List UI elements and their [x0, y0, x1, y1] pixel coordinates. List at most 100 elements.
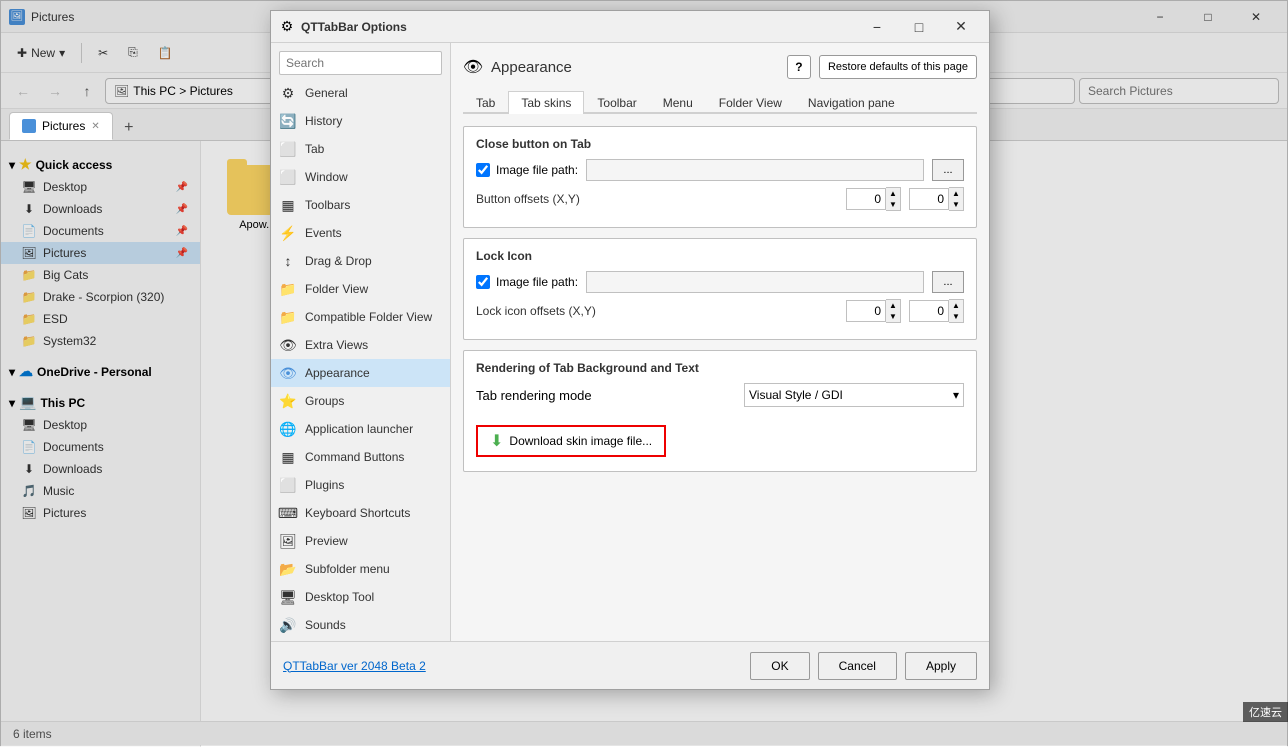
- menu-item-subfolder[interactable]: 📂 Subfolder menu: [271, 555, 450, 583]
- lock-icon-section: Lock Icon Image file path: ... Lock icon…: [463, 238, 977, 340]
- content-title: Appearance: [491, 59, 572, 76]
- rendering-mode-dropdown[interactable]: Visual Style / GDI ▾: [744, 383, 964, 407]
- menu-item-toolbars[interactable]: ▦ Toolbars: [271, 191, 450, 219]
- menu-item-general[interactable]: ⚙ General: [271, 79, 450, 107]
- dialog-maximize-button[interactable]: □: [899, 15, 939, 39]
- lock-icon-section-title: Lock Icon: [476, 249, 964, 263]
- content-title-icon: 👁: [463, 57, 483, 77]
- window-icon: ⬜: [279, 168, 297, 186]
- dialog-right-content: 👁 Appearance ? Restore defaults of this …: [451, 43, 989, 641]
- offsets-inputs: ▲ ▼ ▲ ▼: [846, 187, 964, 211]
- plugins-icon: ⬜: [279, 476, 297, 494]
- appearance-icon: 👁: [279, 364, 297, 382]
- version-link[interactable]: QTTabBar ver 2048 Beta 2: [283, 659, 426, 673]
- close-button-image-row: Image file path: ...: [476, 159, 964, 181]
- help-button[interactable]: ?: [787, 55, 811, 79]
- dialog-minimize-button[interactable]: −: [857, 15, 897, 39]
- lock-offset-x-down[interactable]: ▼: [886, 311, 900, 322]
- inner-tab-navpane[interactable]: Navigation pane: [795, 91, 908, 114]
- image-file-checkbox[interactable]: [476, 163, 490, 177]
- lock-image-row: Image file path: ...: [476, 271, 964, 293]
- dialog-title-icon: ⚙: [279, 19, 295, 35]
- menu-item-groups[interactable]: ⭐ Groups: [271, 387, 450, 415]
- inner-tab-folderview[interactable]: Folder View: [706, 91, 795, 114]
- dialog-content-header: 👁 Appearance ? Restore defaults of this …: [463, 55, 977, 79]
- preview-icon: 🖼: [279, 532, 297, 550]
- dialog-controls: − □ ✕: [857, 15, 981, 39]
- lock-image-file-label: Image file path:: [476, 275, 578, 289]
- dialog-body: ⚙ General 🔄 History ⬜ Tab ⬜ Window ▦: [271, 43, 989, 641]
- tab-label: Pictures: [42, 119, 85, 133]
- inner-tab-toolbar[interactable]: Toolbar: [584, 91, 649, 114]
- menu-item-tab[interactable]: ⬜ Tab: [271, 135, 450, 163]
- lock-offset-y-down[interactable]: ▼: [949, 311, 963, 322]
- lock-offsets-row: Lock icon offsets (X,Y) ▲ ▼: [476, 299, 964, 323]
- events-icon: ⚡: [279, 224, 297, 242]
- lock-offset-x-spinbox: ▲ ▼: [846, 299, 901, 323]
- menu-item-dragdrop[interactable]: ↕ Drag & Drop: [271, 247, 450, 275]
- apply-button[interactable]: Apply: [905, 652, 977, 680]
- lock-image-file-path-input[interactable]: [586, 271, 924, 293]
- tab-icon: ⬜: [279, 140, 297, 158]
- menu-item-compatible-folderview[interactable]: 📁 Compatible Folder View: [271, 303, 450, 331]
- browse-button[interactable]: ...: [932, 159, 964, 181]
- dialog-menu: ⚙ General 🔄 History ⬜ Tab ⬜ Window ▦: [271, 43, 451, 641]
- offset-x-input[interactable]: [846, 188, 886, 210]
- compatible-fv-icon: 📁: [279, 308, 297, 326]
- menu-item-command-btns[interactable]: ▦ Command Buttons: [271, 443, 450, 471]
- ok-button[interactable]: OK: [750, 652, 809, 680]
- inner-tab-tab[interactable]: Tab: [463, 91, 508, 114]
- offset-x-up[interactable]: ▲: [886, 188, 900, 199]
- inner-tab-skins[interactable]: Tab skins: [508, 91, 584, 114]
- dialog-footer: QTTabBar ver 2048 Beta 2 OK Cancel Apply: [271, 641, 989, 689]
- menu-item-keyboard[interactable]: ⌨ Keyboard Shortcuts: [271, 499, 450, 527]
- extra-views-icon: 👁: [279, 336, 297, 354]
- menu-search-input[interactable]: [279, 51, 442, 75]
- menu-item-extra-views[interactable]: 👁 Extra Views: [271, 331, 450, 359]
- toolbars-icon: ▦: [279, 196, 297, 214]
- dropdown-arrow-icon: ▾: [953, 388, 959, 402]
- menu-item-desktop-tool[interactable]: 🖥 Desktop Tool: [271, 583, 450, 611]
- menu-item-events[interactable]: ⚡ Events: [271, 219, 450, 247]
- lock-offset-y-up[interactable]: ▲: [949, 300, 963, 311]
- restore-defaults-button[interactable]: Restore defaults of this page: [819, 55, 977, 79]
- keyboard-icon: ⌨: [279, 504, 297, 522]
- dialog-title-text: QTTabBar Options: [301, 20, 407, 34]
- offset-y-spinbox: ▲ ▼: [909, 187, 964, 211]
- lock-image-file-checkbox[interactable]: [476, 275, 490, 289]
- tab-icon: [22, 119, 36, 133]
- qtabbar-dialog: ⚙ QTTabBar Options − □ ✕ ⚙ General 🔄 His: [270, 10, 990, 690]
- app-launcher-icon: 🌐: [279, 420, 297, 438]
- offset-y-down[interactable]: ▼: [949, 199, 963, 210]
- menu-item-plugins[interactable]: ⬜ Plugins: [271, 471, 450, 499]
- tab-close-icon[interactable]: ✕: [91, 121, 99, 132]
- image-file-path-input[interactable]: [586, 159, 924, 181]
- offset-x-spinbox-btns: ▲ ▼: [886, 187, 901, 211]
- cancel-button[interactable]: Cancel: [818, 652, 897, 680]
- offset-y-up[interactable]: ▲: [949, 188, 963, 199]
- offset-y-input[interactable]: [909, 188, 949, 210]
- inner-tab-menu[interactable]: Menu: [650, 91, 706, 114]
- offsets-label: Button offsets (X,Y): [476, 192, 580, 206]
- menu-item-window[interactable]: ⬜ Window: [271, 163, 450, 191]
- lock-browse-button[interactable]: ...: [932, 271, 964, 293]
- image-file-label: Image file path:: [476, 163, 578, 177]
- offset-x-down[interactable]: ▼: [886, 199, 900, 210]
- lock-offset-x-input[interactable]: [846, 300, 886, 322]
- menu-item-appearance[interactable]: 👁 Appearance: [271, 359, 450, 387]
- folderview-icon: 📁: [279, 280, 297, 298]
- lock-offset-x-up[interactable]: ▲: [886, 300, 900, 311]
- menu-item-app-launcher[interactable]: 🌐 Application launcher: [271, 415, 450, 443]
- desktop-tool-icon: 🖥: [279, 588, 297, 606]
- menu-item-folderview[interactable]: 📁 Folder View: [271, 275, 450, 303]
- pictures-tab[interactable]: Pictures ✕: [9, 112, 113, 140]
- download-skin-button[interactable]: ⬇ Download skin image file...: [476, 425, 666, 457]
- sounds-icon: 🔊: [279, 616, 297, 634]
- lock-offset-y-input[interactable]: [909, 300, 949, 322]
- menu-item-sounds[interactable]: 🔊 Sounds: [271, 611, 450, 639]
- menu-item-history[interactable]: 🔄 History: [271, 107, 450, 135]
- offset-x-spinbox: ▲ ▼: [846, 187, 901, 211]
- menu-item-preview[interactable]: 🖼 Preview: [271, 527, 450, 555]
- download-arrow-icon: ⬇: [490, 431, 503, 451]
- dialog-close-button[interactable]: ✕: [941, 15, 981, 39]
